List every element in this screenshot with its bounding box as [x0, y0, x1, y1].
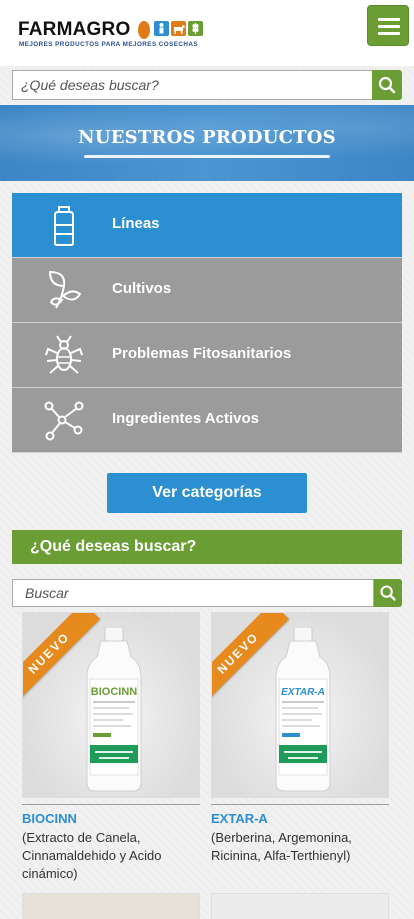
banner-title: NUESTROS PRODUCTOS — [78, 127, 336, 148]
product-name-link[interactable]: EXTAR-A — [211, 811, 268, 826]
bottle-label-text: EXTAR-A — [281, 687, 325, 698]
top-search-button[interactable] — [372, 70, 402, 100]
sprout-icon — [48, 270, 82, 309]
wheat-icon — [188, 21, 203, 36]
site-header: FARMAGRO MEJORES PRODUCTOS PARA MEJORES … — [0, 0, 414, 66]
product-ingredients: (Extracto de Canela, Cinnamaldehido y Ac… — [22, 830, 162, 881]
logo-tagline: MEJORES PRODUCTOS PARA MEJORES COSECHAS — [19, 41, 199, 48]
menu-button[interactable] — [367, 5, 409, 46]
category-menu: Líneas Cultivos Problemas Fitosanitarios — [12, 193, 402, 453]
product-search-input[interactable]: Buscar — [12, 579, 374, 607]
product-bottle-image: EXTAR-A — [275, 627, 331, 792]
product-search-button[interactable] — [374, 579, 402, 607]
category-label: Ingredientes Activos — [112, 410, 259, 427]
logo-wordmark: FARMAGRO — [18, 19, 131, 40]
product-search-bar: Buscar — [12, 579, 402, 607]
product-card-biocinn[interactable]: BIOCINN NUEVO — [22, 612, 200, 798]
search-section-title: ¿Qué deseas buscar? — [12, 530, 402, 564]
bottle-icon — [54, 206, 74, 246]
product-name-link[interactable]: BIOCINN — [22, 811, 77, 826]
bug-icon — [45, 335, 83, 374]
category-label: Problemas Fitosanitarios — [112, 345, 292, 362]
category-lineas[interactable]: Líneas — [12, 193, 402, 258]
logo-tiles — [154, 21, 203, 36]
bottle-label-text: BIOCINN — [91, 686, 138, 698]
molecule-icon — [44, 401, 84, 441]
top-search-bar: ¿Qué deseas buscar? — [12, 70, 402, 100]
ver-categorias-button[interactable]: Ver categorías — [107, 473, 307, 513]
person-icon — [154, 21, 169, 36]
hamburger-icon — [378, 18, 400, 21]
product-card-extar-a[interactable]: EXTAR-A NUEVO — [211, 612, 389, 798]
product-card-partial[interactable] — [211, 893, 389, 919]
card-divider — [211, 804, 389, 805]
card-divider — [22, 804, 200, 805]
category-label: Cultivos — [112, 280, 172, 297]
search-icon — [380, 585, 396, 601]
logo-sa-badge — [138, 21, 150, 39]
product-ingredients: (Berberina, Argemonina, Ricinina, Alfa-T… — [211, 830, 352, 863]
category-problemas-fitosanitarios[interactable]: Problemas Fitosanitarios — [12, 323, 402, 388]
banner-underline — [84, 155, 330, 158]
cow-icon — [171, 21, 186, 36]
products-banner: NUESTROS PRODUCTOS — [0, 105, 414, 181]
product-bottle-image: BIOCINN — [86, 627, 142, 792]
logo[interactable]: FARMAGRO MEJORES PRODUCTOS PARA MEJORES … — [18, 20, 218, 50]
top-search-input[interactable]: ¿Qué deseas buscar? — [12, 70, 373, 100]
search-icon — [378, 76, 396, 94]
category-cultivos[interactable]: Cultivos — [12, 258, 402, 323]
category-label: Líneas — [112, 215, 160, 232]
category-ingredientes-activos[interactable]: Ingredientes Activos — [12, 388, 402, 453]
product-card-partial[interactable] — [22, 893, 200, 919]
